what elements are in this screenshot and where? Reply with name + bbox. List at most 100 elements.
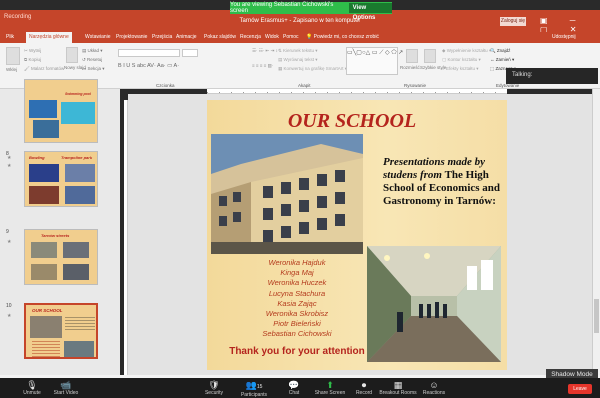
school-building-photo xyxy=(211,134,363,254)
tab-review[interactable]: Recenzja xyxy=(240,34,261,40)
breakout-rooms-button[interactable]: ▦ Breakout Rooms xyxy=(378,380,418,396)
replace-button[interactable]: ↔ Zamień ▾ xyxy=(490,57,514,63)
reset-button[interactable]: ↺ Resetuj xyxy=(82,57,102,63)
format-painter-button: 🖌 Malarz formatów xyxy=(24,66,65,71)
record-label: Record xyxy=(355,390,373,396)
thumb-title: Tarnów streets xyxy=(41,233,70,238)
font-format-buttons[interactable]: B I U S abc AV· Aa· ▭ A· xyxy=(118,63,179,69)
security-button[interactable]: 🛡 Security xyxy=(194,380,234,396)
animation-star-icon: ★ xyxy=(7,313,12,319)
align-text-button[interactable]: ▤ Wyrównaj tekst ▾ xyxy=(278,57,317,63)
author-names: Weronika Hajduk Kinga Maj Weronika Hucze… xyxy=(227,258,367,340)
shape-outline-button[interactable]: ▢ Kontur kształtu ▾ xyxy=(442,57,481,63)
shape-effects-button[interactable]: ◐ Efekty kształtu ▾ xyxy=(442,66,479,72)
group-drawing: Rysowanie xyxy=(404,83,427,88)
quick-styles-icon[interactable] xyxy=(424,49,436,63)
text-direction-button[interactable]: ⇅ Kierunek tekstu ▾ xyxy=(278,48,318,54)
security-label: Security xyxy=(204,390,224,396)
tab-animations[interactable]: Animacje xyxy=(176,34,197,40)
participants-button[interactable]: 👥15 Participants xyxy=(234,380,274,398)
thumb-title: Bowling xyxy=(29,155,45,160)
tab-view[interactable]: Widok xyxy=(265,34,279,40)
tab-help[interactable]: Pomoc xyxy=(283,34,299,40)
font-size-select[interactable] xyxy=(182,49,198,57)
participants-icon: 👥15 xyxy=(245,380,263,390)
thumb-image xyxy=(29,100,57,118)
video-off-icon: 📹 xyxy=(60,380,72,390)
new-slide-icon[interactable] xyxy=(66,47,78,63)
slide-thumbnail-10[interactable]: OUR SCHOOL xyxy=(24,303,98,359)
thumb-text-lines xyxy=(65,317,95,331)
slide-thumbnail-9[interactable]: Tarnów streets xyxy=(24,229,98,285)
ribbon-tabs: Plik Narzędzia główne Wstawianie Projekt… xyxy=(0,32,600,43)
reactions-button[interactable]: ☺ Reactions xyxy=(414,380,454,396)
thumb-image xyxy=(31,242,57,258)
tab-transitions[interactable]: Przejścia xyxy=(152,34,172,40)
share-status-bar: You are viewing Sebastian Cichowski's sc… xyxy=(230,2,392,21)
breakout-rooms-icon: ▦ xyxy=(393,380,403,390)
tab-insert[interactable]: Wstawianie xyxy=(85,34,111,40)
align-buttons[interactable]: ≡ ≡ ≡ ≡ ▥· xyxy=(252,63,273,69)
paste-icon[interactable] xyxy=(6,47,20,65)
slide-description: Presentations made by studens from The H… xyxy=(383,156,501,208)
slide-thumbnail-7[interactable]: Swimming pool xyxy=(24,79,98,143)
start-video-label: Start Video xyxy=(53,390,79,396)
vertical-scrollbar[interactable] xyxy=(592,89,600,375)
find-button[interactable]: 🔍 Znajdź xyxy=(490,48,510,54)
unmute-label: Unmute xyxy=(23,390,41,396)
author-name: Kinga Maj xyxy=(280,268,314,278)
shape-fill-button[interactable]: ◆ Wypełnienie kształtu ▾ xyxy=(442,48,491,54)
thumb-image xyxy=(31,264,57,280)
app-window: Recording Tarnów Erasmus+ - Zapisano w t… xyxy=(0,0,600,398)
thumb-title: OUR SCHOOL xyxy=(32,308,63,313)
thumb-number: 9 xyxy=(6,229,9,235)
list-buttons[interactable]: ☰· ☷· ⇤ ⇥ ↕· xyxy=(252,48,279,54)
view-options-button[interactable]: View Options xyxy=(348,3,392,21)
thumb-text-lines xyxy=(32,341,60,357)
thumb-image xyxy=(64,341,94,357)
font-name-select[interactable] xyxy=(118,49,180,57)
thumb-image xyxy=(65,186,95,204)
start-video-button[interactable]: 📹 Start Video xyxy=(46,380,86,396)
section-button[interactable]: ▭ Sekcja ▾ xyxy=(82,66,105,72)
slide-thumbnails-pane: Swimming pool ★ 8 Bowling Trampoline par… xyxy=(0,79,120,375)
thumb-image xyxy=(30,316,62,338)
slide-thumbnail-8[interactable]: Bowling Trampoline park xyxy=(24,151,98,207)
arrange-label: Rozmieść xyxy=(400,65,420,70)
author-name: Lucyna Stachura xyxy=(268,288,326,298)
thumb-number: 10 xyxy=(6,303,12,309)
smartart-button[interactable]: ▦ Konwertuj na grafikę SmartArt ▾ xyxy=(278,66,347,72)
arrange-icon[interactable] xyxy=(406,49,418,63)
zoom-meeting-toolbar: 🎙 Unmute 📹 Start Video 🛡 Security 👥15 Partic… xyxy=(0,378,600,398)
shapes-glyphs: ▭╲▢○△ ▭ ⟋ ◇ ⬠ ↗ xyxy=(347,50,404,56)
tab-slideshow[interactable]: Pokaz slajdów xyxy=(204,34,236,40)
leave-button[interactable]: Leave xyxy=(568,384,592,394)
animation-star-icon: ★ xyxy=(7,163,12,169)
thumb-image xyxy=(29,164,59,182)
tell-me-search[interactable]: 💡 Powiedz mi, co chcesz zrobić xyxy=(306,34,379,40)
thumb-image xyxy=(29,186,59,204)
chat-button[interactable]: 💬 Chat xyxy=(274,380,314,396)
group-paragraph: Akapit xyxy=(298,83,311,88)
author-name: Sebastian Cichowski xyxy=(262,329,332,339)
cut-button: ✂ Wytnij xyxy=(24,48,42,53)
layout-button[interactable]: ▤ Układ ▾ xyxy=(82,48,103,54)
thumb-image xyxy=(33,120,59,138)
author-name: Weronika Skrobisz xyxy=(265,309,329,319)
tell-me-label: Powiedz mi, co chcesz zrobić xyxy=(313,34,379,40)
chat-icon: 💬 xyxy=(288,380,300,390)
vertical-ruler xyxy=(124,100,128,375)
find-label: Znajdź xyxy=(496,48,511,53)
talking-indicator: Talking: xyxy=(506,68,598,84)
tab-file[interactable]: Plik xyxy=(6,34,14,40)
animation-star-icon: ★ xyxy=(7,239,12,245)
thank-you-text: Thank you for your attention xyxy=(229,346,365,357)
tab-home[interactable]: Narzędzia główne xyxy=(26,32,72,43)
share-button[interactable]: Udostępnij xyxy=(552,34,576,40)
thumb-title: Swimming pool xyxy=(65,92,91,96)
slide[interactable]: OUR SCHOOL Presentations made by studens… xyxy=(207,100,507,370)
scrollbar-thumb[interactable] xyxy=(594,299,599,333)
tab-design[interactable]: Projektowanie xyxy=(116,34,147,40)
signin-button[interactable]: Zaloguj się xyxy=(500,17,526,26)
slide-title: OUR SCHOOL xyxy=(287,110,417,132)
